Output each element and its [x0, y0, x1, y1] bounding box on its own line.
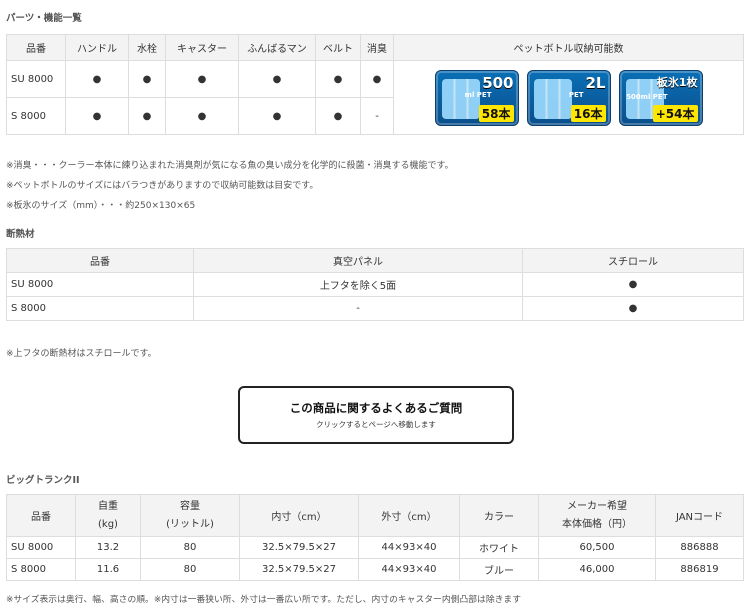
parts-header-funbaruman: ふんばるマン [238, 34, 316, 61]
parts-header-deodorant: 消臭 [360, 34, 394, 61]
badge-unit-text: ml PET [464, 90, 492, 99]
parts-cell: ● [238, 60, 316, 98]
parts-cell: ● [315, 97, 361, 135]
insulation-header-styrol: スチロール [522, 248, 744, 273]
specs-header-capacity: 容量 (リットル) [140, 494, 240, 537]
table-row: S 8000 - ● [6, 296, 744, 321]
bottle-capacity-cell: 500 ml PET 58本 2L PET 16本 板氷1枚 500ml PET… [393, 60, 744, 135]
bottle-badge-ice: 板氷1枚 500ml PET +54本 [618, 69, 703, 126]
specs-cell-price: 46,000 [538, 558, 656, 581]
insulation-cell-vacuum: 上フタを除く5面 [193, 272, 523, 297]
specs-section-title: ビッグトランクII [6, 475, 80, 486]
specs-cell-weight: 11.6 [75, 558, 141, 581]
parts-cell: ● [238, 97, 316, 135]
specs-cell-model: S 8000 [6, 558, 76, 581]
parts-cell: ● [165, 97, 239, 135]
specs-cell-capacity: 80 [140, 536, 240, 559]
parts-header-model: 品番 [6, 34, 66, 61]
insulation-table: 品番 真空パネル スチロール SU 8000 上フタを除く5面 ● S 8000… [6, 248, 744, 321]
badge-qty-text: 58本 [478, 104, 514, 122]
bottle-badges: 500 ml PET 58本 2L PET 16本 板氷1枚 500ml PET… [398, 69, 739, 126]
faq-button-title: この商品に関するよくあるご質問 [289, 401, 463, 415]
insulation-cell-model: SU 8000 [6, 272, 194, 297]
parts-cell-model: SU 8000 [6, 60, 66, 98]
specs-cell-outer: 44×93×40 [358, 558, 460, 581]
specs-cell-model: SU 8000 [6, 536, 76, 559]
note-deodorant: ※消臭・・・クーラー本体に練り込まれた消臭剤が気になる魚の臭い成分を化学的に殺菌… [6, 161, 454, 171]
pet-bottles-icon [533, 78, 572, 119]
insulation-header-model: 品番 [6, 248, 194, 273]
specs-cell-color: ホワイト [459, 536, 539, 559]
table-row: S 8000 11.6 80 32.5×79.5×27 44×93×40 ブルー… [6, 558, 744, 581]
parts-cell: ● [315, 60, 361, 98]
bottle-badge-500ml: 500 ml PET 58本 [434, 69, 519, 126]
parts-header-bottles: ペットボトル収納可能数 [393, 34, 744, 61]
specs-header-inner: 内寸（cm） [239, 494, 359, 537]
specs-cell-jan: 886819 [655, 558, 744, 581]
note-lid-insulation: ※上フタの断熱材はスチロールです。 [6, 349, 157, 359]
specs-header-price-line1: メーカー希望 [567, 500, 627, 512]
specs-header-price-line2: 本体価格（円） [562, 518, 632, 530]
parts-cell: ● [128, 97, 166, 135]
parts-cell: ● [165, 60, 239, 98]
table-row: SU 8000 上フタを除く5面 ● [6, 272, 744, 297]
insulation-header-vacuum: 真空パネル [193, 248, 523, 273]
parts-cell: ● [65, 97, 129, 135]
table-row: SU 8000 13.2 80 32.5×79.5×27 44×93×40 ホワ… [6, 536, 744, 559]
parts-header-handle: ハンドル [65, 34, 129, 61]
parts-table: 品番 ハンドル 水栓 キャスター ふんばるマン ベルト 消臭 ペットボトル収納可… [6, 34, 744, 135]
pet-bottles-icon [441, 78, 480, 119]
note-size-order: ※サイズ表示は奥行、幅、高さの順。※内寸は一番狭い所、外寸は一番広い所です。ただ… [6, 595, 522, 605]
parts-section-title: パーツ・機能一覧 [6, 13, 82, 24]
insulation-cell-styrol: ● [522, 272, 744, 297]
specs-header-weight-line2: (kg) [98, 518, 118, 530]
note-bottle-size: ※ペットボトルのサイズにはバラつきがありますので収納可能数は目安です。 [6, 181, 319, 191]
badge-qty-text: +54本 [652, 104, 698, 122]
insulation-section-title: 断熱材 [6, 229, 35, 240]
specs-header-price: メーカー希望 本体価格（円） [538, 494, 656, 537]
table-row: SU 8000 ● ● ● ● ● ● 500 ml PET 58本 2L PE… [6, 60, 744, 135]
specs-header-model: 品番 [6, 494, 76, 537]
specs-cell-weight: 13.2 [75, 536, 141, 559]
parts-cell: ● [128, 60, 166, 98]
specs-cell-outer: 44×93×40 [358, 536, 460, 559]
faq-button-subtitle: クリックするとページへ移動します [316, 420, 436, 429]
parts-header-caster: キャスター [165, 34, 239, 61]
specs-header-color: カラー [459, 494, 539, 537]
badge-big-text: 板氷1枚 [656, 75, 698, 89]
specs-table: 品番 自重 (kg) 容量 (リットル) 内寸（cm） 外寸（cm） カラー メ… [6, 494, 744, 581]
parts-cell: ● [65, 60, 129, 98]
specs-header-weight-line1: 自重 [98, 500, 118, 512]
specs-cell-color: ブルー [459, 558, 539, 581]
specs-cell-price: 60,500 [538, 536, 656, 559]
faq-button[interactable]: この商品に関するよくあるご質問 クリックするとページへ移動します [238, 386, 514, 444]
specs-cell-inner: 32.5×79.5×27 [239, 558, 359, 581]
insulation-cell-vacuum: - [193, 296, 523, 321]
specs-cell-inner: 32.5×79.5×27 [239, 536, 359, 559]
specs-header-capacity-line1: 容量 [180, 500, 200, 512]
badge-unit-text: PET [568, 90, 584, 99]
parts-header-faucet: 水栓 [128, 34, 166, 61]
parts-cell-model: S 8000 [6, 97, 66, 135]
specs-header-outer: 外寸（cm） [358, 494, 460, 537]
parts-cell: - [360, 97, 394, 135]
insulation-cell-styrol: ● [522, 296, 744, 321]
insulation-cell-model: S 8000 [6, 296, 194, 321]
note-ice-size: ※板氷のサイズ（mm）・・・約250×130×65 [6, 201, 196, 211]
parts-header-belt: ベルト [315, 34, 361, 61]
badge-unit-text: 500ml PET [626, 92, 668, 101]
badge-big-text: 2L [585, 73, 606, 92]
parts-cell: ● [360, 60, 394, 98]
badge-big-text: 500 [482, 73, 514, 92]
specs-header-capacity-line2: (リットル) [166, 518, 214, 530]
specs-header-jan: JANコード [655, 494, 744, 537]
bottle-badge-2l: 2L PET 16本 [526, 69, 611, 126]
badge-qty-text: 16本 [570, 104, 606, 122]
specs-cell-jan: 886888 [655, 536, 744, 559]
specs-header-weight: 自重 (kg) [75, 494, 141, 537]
specs-cell-capacity: 80 [140, 558, 240, 581]
